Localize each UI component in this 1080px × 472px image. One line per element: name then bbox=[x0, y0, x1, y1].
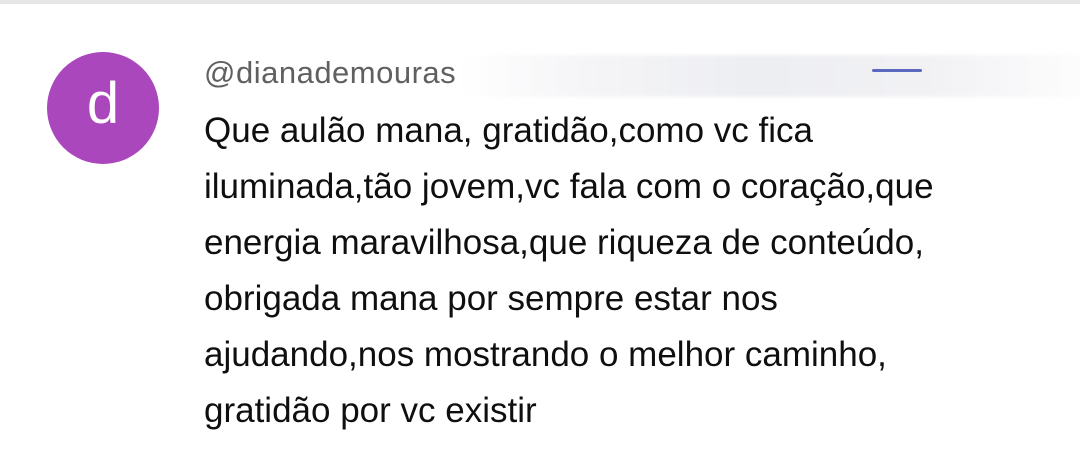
redaction-blur bbox=[459, 55, 1080, 97]
comment-line: Que aulão mana, gratidão,como vc fica bbox=[204, 111, 813, 150]
comment-item: d @dianademouras Que aulão mana, gratidã… bbox=[0, 0, 1080, 472]
comment-line: iluminada,tão jovem,vc fala com o coraçã… bbox=[204, 167, 934, 206]
comment-line: obrigada mana por sempre estar nos bbox=[204, 279, 778, 318]
avatar[interactable]: d bbox=[47, 52, 159, 164]
redaction-mark bbox=[872, 69, 922, 72]
comment-text: Que aulão mana, gratidão,como vc fica il… bbox=[204, 103, 1054, 439]
comment-header: @dianademouras bbox=[204, 55, 1080, 97]
comment-author[interactable]: @dianademouras bbox=[204, 55, 456, 91]
comment-line: energia maravilhosa,que riqueza de conte… bbox=[204, 223, 924, 262]
comment-line: gratidão por vc existir bbox=[204, 391, 537, 430]
comment-line: ajudando,nos mostrando o melhor caminho, bbox=[204, 335, 887, 374]
avatar-letter: d bbox=[86, 71, 120, 136]
